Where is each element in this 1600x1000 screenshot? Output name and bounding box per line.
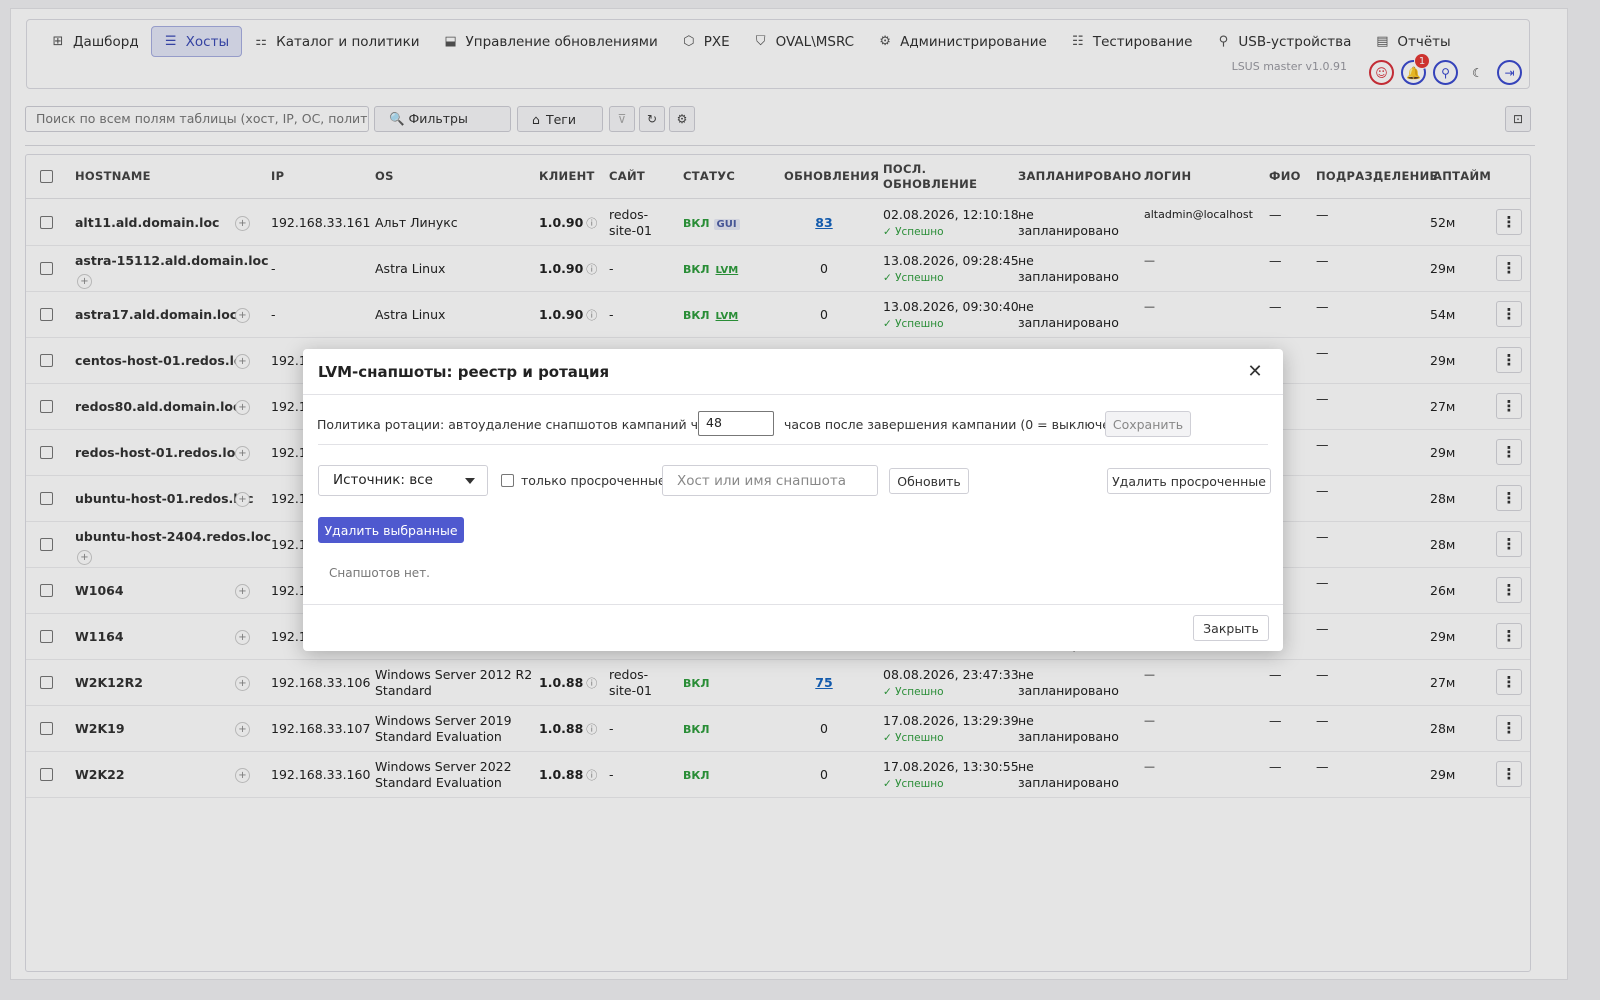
modal-header-divider [303,394,1283,395]
empty-state-text: Снапшотов нет. [329,566,430,580]
overdue-only-checkbox[interactable] [501,474,514,487]
delete-overdue-button[interactable]: Удалить просроченные [1107,468,1271,494]
delete-selected-button[interactable]: Удалить выбранные [318,517,464,543]
modal-footer-divider [303,604,1283,605]
close-icon[interactable]: ✕ [1245,361,1265,382]
refresh-button[interactable]: Обновить [889,468,969,494]
save-button[interactable]: Сохранить [1105,411,1191,437]
policy-divider [318,444,1268,445]
source-select-value: Источник: все [333,472,433,488]
modal-title: LVM-снапшоты: реестр и ротация [318,363,610,381]
source-select[interactable]: Источник: все [318,465,488,496]
rotation-policy-label: Политика ротации: автоудаление снапшотов… [317,417,728,432]
lvm-snapshots-modal: LVM-снапшоты: реестр и ротация ✕ Политик… [303,349,1283,651]
overdue-only-label[interactable]: только просроченные [521,473,666,488]
rotation-hours-input[interactable]: 48 [698,411,774,436]
rotation-policy-suffix: часов после завершения кампании (0 = вык… [784,417,1131,432]
chevron-down-icon [465,478,475,484]
close-button[interactable]: Закрыть [1193,615,1269,641]
snapshot-filter-input[interactable]: Хост или имя снапшота [662,465,878,496]
